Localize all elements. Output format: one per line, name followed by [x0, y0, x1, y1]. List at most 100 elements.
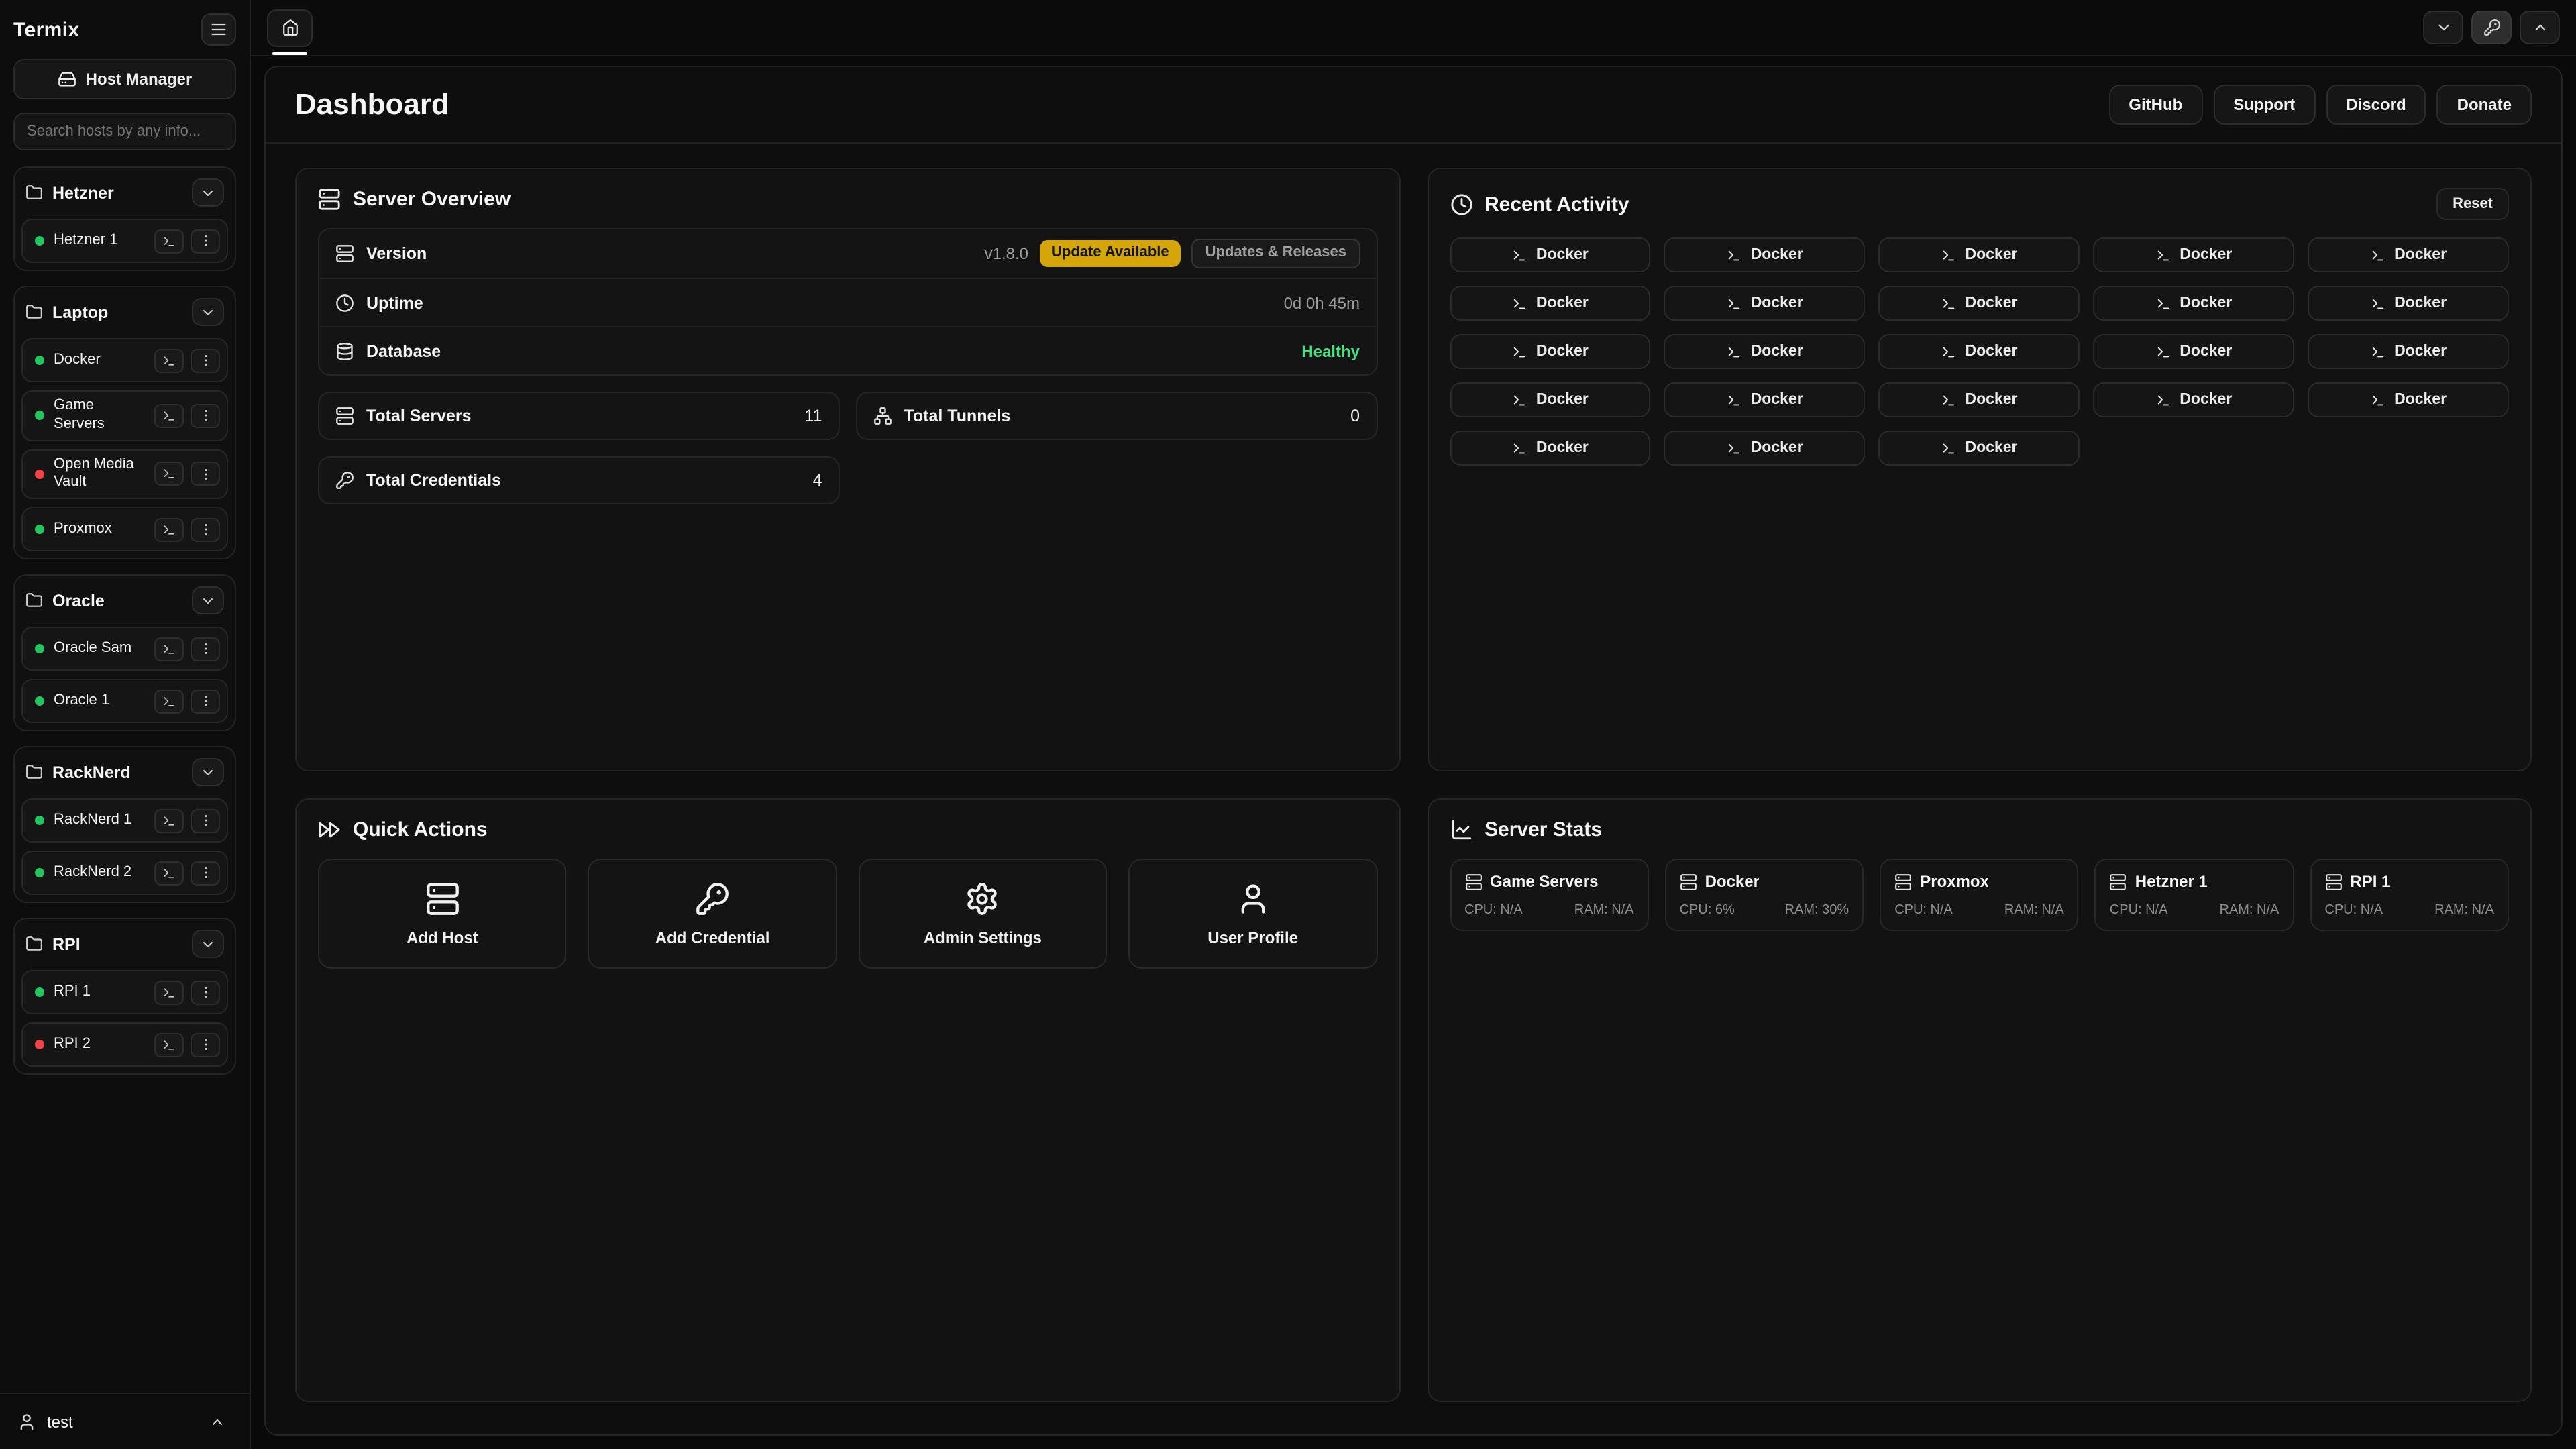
host-row[interactable]: Docker: [21, 338, 228, 382]
activity-item-button[interactable]: Docker: [1879, 382, 2080, 417]
activity-item-button[interactable]: Docker: [1879, 334, 2080, 369]
group-collapse-button[interactable]: [192, 178, 224, 207]
activity-item-button[interactable]: Docker: [2093, 334, 2294, 369]
host-row[interactable]: Oracle 1: [21, 679, 228, 723]
quick-action-tile[interactable]: Add Credential: [588, 859, 837, 969]
host-terminal-button[interactable]: [154, 861, 184, 885]
host-group-header[interactable]: Hetzner: [21, 174, 228, 211]
header-link-button[interactable]: Support: [2213, 85, 2315, 125]
host-terminal-button[interactable]: [154, 1032, 184, 1057]
activity-item-button[interactable]: Docker: [2308, 237, 2509, 272]
activity-item-button[interactable]: Docker: [1664, 286, 1866, 321]
host-menu-button[interactable]: [191, 517, 220, 541]
user-menu[interactable]: test: [0, 1393, 250, 1449]
host-row[interactable]: RackNerd 2: [21, 851, 228, 895]
quick-action-tile[interactable]: Add Host: [318, 859, 567, 969]
host-row[interactable]: Proxmox: [21, 507, 228, 551]
database-icon: [335, 341, 354, 360]
server-stat-tile[interactable]: Game Servers CPU: N/A RAM: N/A: [1450, 859, 1649, 931]
reset-button[interactable]: Reset: [2436, 188, 2509, 220]
sidebar-menu-button[interactable]: [201, 13, 236, 46]
activity-item-button[interactable]: Docker: [2093, 382, 2294, 417]
host-group-header[interactable]: RackNerd: [21, 754, 228, 790]
app-window: Termix Host Manager Hetzner: [0, 0, 2576, 1449]
header-link-button[interactable]: Discord: [2326, 85, 2426, 125]
activity-item-button[interactable]: Docker: [1450, 382, 1651, 417]
terminal-icon: [2155, 344, 2170, 359]
activity-item-button[interactable]: Docker: [1664, 382, 1866, 417]
host-terminal-button[interactable]: [154, 637, 184, 661]
updates-releases-badge[interactable]: Updates & Releases: [1192, 239, 1360, 268]
host-menu-button[interactable]: [191, 229, 220, 253]
host-row[interactable]: Hetzner 1: [21, 219, 228, 263]
activity-item-button[interactable]: Docker: [1664, 237, 1866, 272]
host-manager-button[interactable]: Host Manager: [13, 59, 236, 99]
host-row[interactable]: Open Media Vault: [21, 449, 228, 499]
group-collapse-button[interactable]: [192, 758, 224, 786]
chevron-down-icon: [200, 764, 216, 780]
group-collapse-button[interactable]: [192, 586, 224, 614]
host-terminal-button[interactable]: [154, 689, 184, 713]
activity-item-button[interactable]: Docker: [1450, 286, 1651, 321]
quick-action-tile[interactable]: Admin Settings: [859, 859, 1108, 969]
host-menu-button[interactable]: [191, 348, 220, 372]
host-terminal-button[interactable]: [154, 404, 184, 428]
activity-item-button[interactable]: Docker: [1450, 334, 1651, 369]
host-menu-button[interactable]: [191, 462, 220, 486]
terminal-icon: [1941, 296, 1955, 311]
host-row[interactable]: RPI 2: [21, 1022, 228, 1067]
host-menu-button[interactable]: [191, 404, 220, 428]
host-group-header[interactable]: Oracle: [21, 582, 228, 619]
host-row[interactable]: Game Servers: [21, 390, 228, 441]
stat-tile: Total Credentials 4: [318, 456, 840, 504]
chevron-down-icon: [200, 184, 216, 201]
host-menu-button[interactable]: [191, 861, 220, 885]
activity-item-button[interactable]: Docker: [1664, 334, 1866, 369]
host-terminal-button[interactable]: [154, 980, 184, 1004]
server-stat-tile[interactable]: RPI 1 CPU: N/A RAM: N/A: [2310, 859, 2509, 931]
activity-item-button[interactable]: Docker: [1879, 431, 2080, 466]
group-collapse-button[interactable]: [192, 298, 224, 326]
host-group-header[interactable]: Laptop: [21, 294, 228, 330]
user-menu-expand-button[interactable]: [203, 1409, 232, 1434]
host-menu-button[interactable]: [191, 637, 220, 661]
host-row[interactable]: RPI 1: [21, 970, 228, 1014]
quick-action-tile[interactable]: User Profile: [1128, 859, 1377, 969]
host-terminal-button[interactable]: [154, 462, 184, 486]
activity-item-button[interactable]: Docker: [2308, 286, 2509, 321]
host-menu-button[interactable]: [191, 808, 220, 833]
tabbar-key-button[interactable]: [2471, 11, 2512, 44]
activity-item-label: Docker: [2180, 343, 2232, 360]
server-stat-tile[interactable]: Proxmox CPU: N/A RAM: N/A: [1880, 859, 2079, 931]
tabbar-expand-button[interactable]: [2520, 11, 2560, 44]
header-link-button[interactable]: Donate: [2437, 85, 2532, 125]
host-group-header[interactable]: RPI: [21, 926, 228, 962]
host-terminal-button[interactable]: [154, 808, 184, 833]
tab-home[interactable]: [267, 9, 313, 46]
host-row[interactable]: Oracle Sam: [21, 627, 228, 671]
activity-item-button[interactable]: Docker: [2093, 237, 2294, 272]
host-terminal-button[interactable]: [154, 229, 184, 253]
host-terminal-button[interactable]: [154, 348, 184, 372]
server-stat-tile[interactable]: Docker CPU: 6% RAM: 30%: [1665, 859, 1864, 931]
group-collapse-button[interactable]: [192, 930, 224, 958]
host-menu-button[interactable]: [191, 980, 220, 1004]
activity-item-button[interactable]: Docker: [1450, 237, 1651, 272]
host-search-input[interactable]: [13, 113, 236, 150]
host-menu-button[interactable]: [191, 1032, 220, 1057]
activity-item-button[interactable]: Docker: [2308, 334, 2509, 369]
activity-item-button[interactable]: Docker: [1450, 431, 1651, 466]
host-menu-button[interactable]: [191, 689, 220, 713]
server-stat-tile[interactable]: Hetzner 1 CPU: N/A RAM: N/A: [2095, 859, 2294, 931]
activity-item-button[interactable]: Docker: [1664, 431, 1866, 466]
server-name: Docker: [1705, 872, 1760, 891]
activity-item-button[interactable]: Docker: [1879, 286, 2080, 321]
header-link-button[interactable]: GitHub: [2108, 85, 2202, 125]
update-available-badge[interactable]: Update Available: [1039, 241, 1181, 266]
host-row[interactable]: RackNerd 1: [21, 798, 228, 843]
tabbar-collapse-button[interactable]: [2423, 11, 2463, 44]
activity-item-button[interactable]: Docker: [2093, 286, 2294, 321]
activity-item-button[interactable]: Docker: [2308, 382, 2509, 417]
host-terminal-button[interactable]: [154, 517, 184, 541]
activity-item-button[interactable]: Docker: [1879, 237, 2080, 272]
